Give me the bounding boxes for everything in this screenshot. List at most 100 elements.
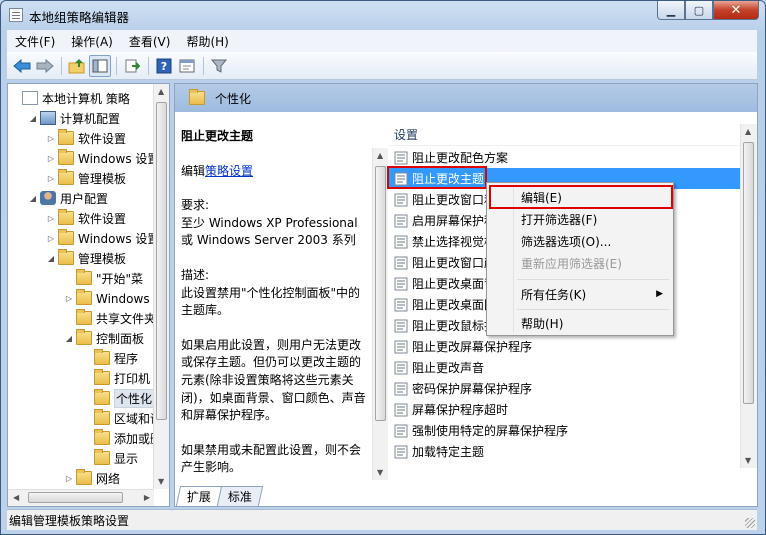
expand-arrow-icon[interactable]: ▷ — [46, 154, 56, 163]
back-button[interactable] — [11, 55, 33, 77]
menu-help[interactable]: 帮助(H) — [178, 33, 236, 50]
help-button[interactable]: ? — [153, 55, 175, 77]
setting-label: 禁止选择视觉样 — [412, 235, 497, 249]
tree-item[interactable]: 程序 — [82, 348, 138, 368]
settings-column-header[interactable]: 设置 — [388, 124, 740, 146]
toolbar-separator — [116, 56, 117, 75]
tree-item[interactable]: 共享文件夹 — [64, 308, 156, 328]
tree-item[interactable]: ◢ 管理模板 — [46, 248, 126, 268]
menu-file[interactable]: 文件(F) — [7, 33, 63, 50]
tree-item[interactable]: 显示 — [82, 448, 138, 468]
scroll-up-icon[interactable]: ▲ — [377, 151, 383, 160]
folder-icon — [76, 269, 92, 285]
scroll-up-icon[interactable]: ▲ — [158, 87, 164, 96]
tree-scroll-thumb[interactable] — [156, 102, 167, 420]
tree-item[interactable]: ◢ 用户配置 — [28, 188, 108, 208]
context-help[interactable]: 帮助(H) — [489, 312, 671, 334]
tree-item[interactable]: ▷ 软件设置 — [46, 128, 126, 148]
menu-action[interactable]: 操作(A) — [63, 33, 121, 50]
menu-view[interactable]: 查看(V) — [121, 33, 179, 50]
folder-icon — [94, 369, 110, 385]
tree-item-label: 个性化 — [114, 388, 155, 408]
tree-item[interactable]: ◢ 计算机配置 — [28, 108, 120, 128]
scroll-up-icon[interactable]: ▲ — [745, 127, 751, 136]
minimize-button[interactable]: ▁ — [657, 1, 685, 20]
edit-prefix: 编辑 — [181, 163, 206, 178]
context-all-tasks[interactable]: 所有任务(K) ▶ — [489, 283, 671, 305]
tab-extended[interactable]: 扩展 — [175, 486, 223, 506]
tree-item[interactable]: ▷ Windows 设置 — [46, 148, 159, 168]
tree-item[interactable]: ▷ Windows 组 — [64, 288, 165, 308]
expand-arrow-icon[interactable]: ▷ — [46, 234, 56, 243]
context-separator — [517, 309, 669, 310]
up-one-level-button[interactable] — [66, 55, 88, 77]
collapse-arrow-icon[interactable]: ◢ — [46, 254, 56, 263]
policy-setting-icon — [394, 277, 408, 291]
expand-arrow-icon[interactable]: ▷ — [46, 214, 56, 223]
filter-button[interactable] — [208, 55, 230, 77]
tree-item[interactable]: 区域和语 — [82, 408, 162, 428]
tree-item-label: 程序 — [114, 351, 139, 366]
context-filter-options[interactable]: 筛选器选项(O)... — [489, 230, 671, 252]
expand-arrow-icon[interactable]: ▷ — [64, 294, 74, 303]
setting-row[interactable]: 阻止更改声音 — [388, 357, 740, 378]
settings-scrollbar[interactable]: ▲ ▼ — [740, 124, 757, 468]
setting-row[interactable]: 屏幕保护程序超时 — [388, 399, 740, 420]
setting-row[interactable]: 强制使用特定的屏幕保护程序 — [388, 420, 740, 441]
collapse-arrow-icon[interactable]: ◢ — [64, 334, 74, 343]
setting-label: 屏幕保护程序超时 — [412, 403, 509, 417]
forward-arrow-icon — [36, 58, 54, 73]
context-open-filter[interactable]: 打开筛选器(F) — [489, 208, 671, 230]
policy-setting-icon — [394, 403, 408, 417]
scroll-down-icon[interactable]: ▼ — [745, 456, 751, 465]
close-button[interactable]: ✕ — [713, 1, 759, 20]
resize-grip-icon[interactable] — [745, 518, 755, 528]
tree-item-label: 用户配置 — [60, 191, 109, 206]
context-filter-options-label: 筛选器选项(O)... — [521, 234, 612, 249]
tree-horizontal-scrollbar[interactable]: ◀ ▶ — [8, 489, 154, 506]
policy-settings-link[interactable]: 策略设置 — [205, 164, 253, 178]
tab-standard[interactable]: 标准 — [216, 486, 264, 506]
setting-row[interactable]: 密码保护屏幕保护程序 — [388, 378, 740, 399]
tree-item[interactable]: ▷ 软件设置 — [46, 208, 126, 228]
scroll-down-icon[interactable]: ▼ — [158, 477, 164, 486]
description-scroll-thumb[interactable] — [375, 166, 386, 421]
tree-item[interactable]: ▷ 管理模板 — [46, 168, 126, 188]
expand-arrow-icon[interactable]: ▷ — [46, 174, 56, 183]
details-header: 个性化 — [175, 84, 757, 112]
scroll-down-icon[interactable]: ▼ — [377, 468, 383, 477]
properties-button[interactable] — [176, 55, 198, 77]
expand-arrow-icon[interactable]: ▷ — [46, 134, 56, 143]
scroll-right-icon[interactable]: ▶ — [144, 493, 150, 502]
highlight-box-setting — [387, 166, 487, 189]
description-scrollbar[interactable]: ▲ ▼ — [372, 148, 388, 480]
tree-item[interactable]: 添加或删 — [82, 428, 162, 448]
show-hide-tree-button[interactable] — [89, 54, 111, 77]
forward-button[interactable] — [34, 55, 56, 77]
collapse-arrow-icon[interactable]: ◢ — [28, 114, 38, 123]
tree-hscroll-thumb[interactable] — [28, 492, 123, 503]
tree-item[interactable]: 个性化 — [82, 388, 155, 408]
maximize-button[interactable]: ▢ — [685, 1, 713, 20]
tree-item[interactable]: ◢ 控制面板 — [64, 328, 144, 348]
tree-item[interactable]: ▷ Windows 设置 — [46, 228, 159, 248]
tree-item-label: 软件设置 — [78, 131, 127, 146]
policy-setting-icon — [394, 340, 408, 354]
setting-row[interactable]: 阻止更改配色方案 — [388, 147, 740, 168]
collapse-arrow-icon[interactable]: ◢ — [28, 194, 38, 203]
title-bar[interactable]: 本地组策略编辑器 ▁ ▢ ✕ — [1, 1, 765, 31]
expand-arrow-icon[interactable]: ▷ — [64, 474, 74, 483]
tree-vertical-scrollbar[interactable]: ▲ ▼ — [153, 84, 169, 489]
setting-row[interactable]: 加载特定主题 — [388, 441, 740, 462]
context-separator — [517, 279, 669, 280]
tree-item[interactable]: ▷ 网络 — [64, 468, 120, 488]
tree-item[interactable]: 打印机 — [82, 368, 150, 388]
console-tree[interactable]: 本地计算机 策略 ◢ 计算机配置 ▷ 软件设置 ▷ Windows 设置 ▷ 管理模板 ◢ 用户配置… — [7, 83, 170, 507]
tree-item[interactable]: 本地计算机 策略 — [10, 88, 130, 108]
setting-row[interactable]: 阻止更改屏幕保护程序 — [388, 336, 740, 357]
scroll-left-icon[interactable]: ◀ — [13, 493, 19, 502]
export-list-button[interactable] — [121, 55, 143, 77]
user-icon — [40, 191, 56, 205]
settings-scroll-thumb[interactable] — [743, 142, 754, 404]
tree-item[interactable]: "开始"菜 — [64, 268, 143, 288]
